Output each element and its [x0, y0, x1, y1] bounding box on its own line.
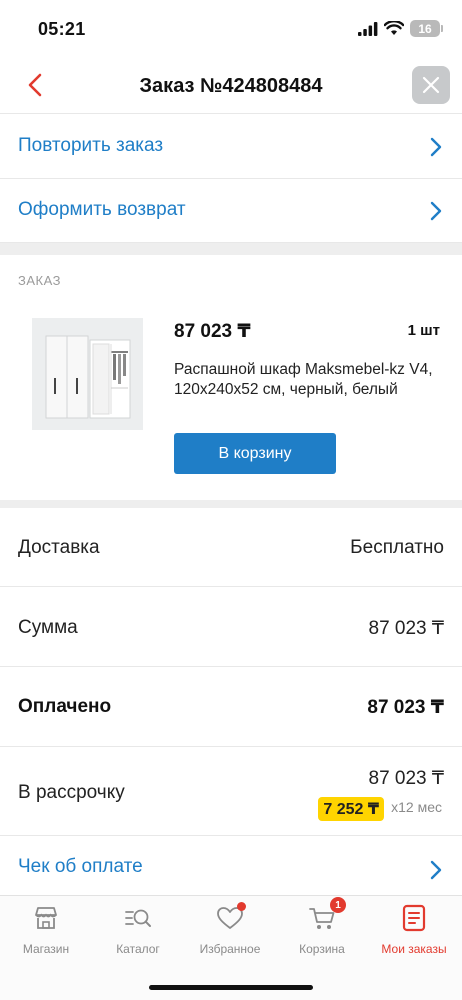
paid-label: Оплачено [18, 696, 112, 717]
signal-icon [358, 21, 378, 36]
tab-label: Каталог [116, 942, 160, 956]
catalog-search-icon [125, 909, 151, 927]
receipt-label: Чек об оплате [18, 856, 143, 877]
nav-bar: Заказ №424808484 [0, 58, 462, 114]
tab-label: Корзина [299, 942, 345, 956]
home-indicator[interactable] [149, 985, 313, 990]
store-icon [35, 907, 57, 929]
tab-label: Магазин [22, 942, 70, 956]
chevron-right-icon [430, 860, 442, 880]
heart-icon-wrap [216, 902, 246, 932]
installment-row[interactable]: В рассрочку 87 023 ₸ [0, 747, 462, 836]
cart-count-badge: 1 [330, 897, 346, 913]
repeat-order-label: Повторить заказ [18, 135, 164, 156]
return-order-row[interactable]: Оформить возврат [0, 179, 462, 243]
tab-cart[interactable]: 1 Корзина [276, 897, 368, 956]
repeat-order-row[interactable]: Повторить заказ [0, 115, 462, 179]
chevron-right-icon [430, 137, 442, 157]
battery-icon: 16 [410, 20, 443, 37]
sum-value: 87 023 ₸ [368, 618, 444, 639]
installment-term: x12 мес [391, 799, 442, 815]
wifi-icon [384, 21, 404, 35]
delivery-value: Бесплатно [350, 537, 444, 558]
paid-row: Оплачено 87 023 ₸ [0, 667, 462, 747]
tab-label: Мои заказы [381, 942, 447, 956]
tab-favorites[interactable]: Избранное [184, 902, 276, 956]
tab-bar: Магазин Каталог Избранное 1 Корзина Мои … [0, 896, 462, 1000]
tab-label: Избранное [199, 942, 261, 956]
section-divider [0, 500, 462, 508]
product-price: 87 023 ₸ [174, 321, 251, 342]
tab-catalog[interactable]: Каталог [92, 904, 184, 956]
return-order-label: Оформить возврат [18, 199, 186, 220]
sum-row: Сумма 87 023 ₸ [0, 587, 462, 667]
status-time: 05:21 [38, 19, 86, 39]
delivery-label: Доставка [18, 537, 100, 558]
product-quantity: 1 шт [407, 322, 440, 339]
orders-icon [402, 904, 426, 932]
paid-value: 87 023 ₸ [367, 697, 444, 718]
section-divider [0, 243, 462, 255]
installment-label: В рассрочку [18, 782, 125, 803]
status-bar: 05:21 16 [0, 0, 462, 58]
close-icon [422, 76, 440, 94]
favorites-notification-dot [237, 902, 246, 911]
tab-my-orders[interactable]: Мои заказы [368, 904, 460, 956]
delivery-row: Доставка Бесплатно [0, 508, 462, 587]
add-to-cart-button[interactable]: В корзину [174, 433, 336, 474]
order-section-label: ЗАКАЗ [18, 273, 61, 288]
battery-level: 16 [418, 21, 432, 36]
tab-store[interactable]: Магазин [0, 904, 92, 956]
installment-monthly-badge: 7 252 ₸ [318, 797, 384, 821]
close-button[interactable] [412, 66, 450, 104]
wardrobe-image [45, 335, 131, 419]
sum-label: Сумма [18, 617, 78, 638]
page-title: Заказ №424808484 [139, 75, 323, 97]
product-name[interactable]: Распашной шкаф Maksmebel-kz V4, 120x240x… [174, 360, 434, 400]
product-image[interactable] [32, 318, 143, 430]
installment-value: 87 023 ₸ [368, 768, 444, 789]
cart-icon-wrap: 1 [308, 897, 346, 932]
receipt-row[interactable]: Чек об оплате [0, 836, 462, 896]
chevron-right-icon [430, 201, 442, 221]
status-icons: 16 [358, 20, 443, 37]
